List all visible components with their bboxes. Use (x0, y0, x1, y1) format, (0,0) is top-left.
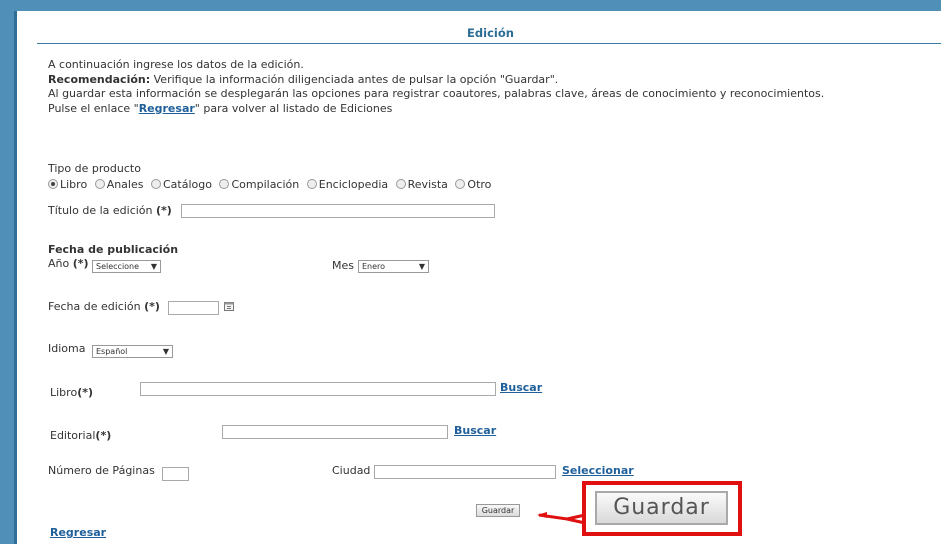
radio-catalogo[interactable]: Catálogo (150, 177, 212, 193)
mes-select[interactable]: Enero ▼ (358, 260, 429, 273)
recommend-text: Verifique la información diligenciada an… (150, 72, 559, 86)
titulo-input[interactable] (181, 204, 495, 218)
radio-label: Otro (467, 178, 492, 191)
radio-label: Compilación (231, 178, 300, 191)
ciudad-seleccionar-link[interactable]: Seleccionar (562, 464, 634, 477)
paginas-label: Número de Páginas (48, 464, 155, 477)
paginas-input[interactable] (162, 467, 189, 481)
radio-revista[interactable]: Revista (395, 177, 448, 193)
radio-dot-icon[interactable] (306, 179, 317, 189)
idioma-select[interactable]: Español ▼ (92, 345, 173, 358)
intro-line-4-post: " para volver al listado de Ediciones (194, 101, 393, 115)
editorial-label: Editorial(*) (50, 429, 111, 442)
mes-label: Mes (332, 259, 354, 272)
radio-dot-icon[interactable] (455, 179, 466, 189)
libro-input[interactable] (140, 382, 496, 396)
fecha-edicion-label: Fecha de edición (*) (48, 300, 160, 313)
intro-line-2: Recomendación: Verifique la información … (48, 73, 824, 88)
back-link[interactable]: Regresar (50, 526, 106, 539)
recommend-label: Recomendación: (48, 72, 151, 86)
libro-buscar-link[interactable]: Buscar (500, 381, 542, 394)
idioma-select-value: Español (96, 347, 128, 356)
ciudad-input[interactable] (374, 465, 556, 479)
idioma-label: Idioma (48, 342, 86, 355)
radio-dot-icon[interactable] (219, 179, 230, 189)
anio-label-text: Año (48, 257, 70, 270)
anio-select-value: Seleccione (96, 262, 140, 271)
editorial-buscar-link[interactable]: Buscar (454, 424, 496, 437)
radio-label: Enciclopedia (318, 178, 389, 191)
intro-line-4-pre: Pulse el enlace " (48, 101, 139, 115)
radio-label: Revista (407, 178, 448, 191)
save-callout-highlight: Guardar (582, 481, 742, 536)
radio-enciclopedia[interactable]: Enciclopedia (306, 177, 389, 193)
radio-label: Anales (106, 178, 144, 191)
page-panel: Edición A continuación ingrese los datos… (14, 11, 941, 544)
required-marker: (*) (156, 204, 172, 217)
radio-dot-icon[interactable] (94, 179, 105, 189)
titulo-label: Título de la edición (*) (48, 204, 172, 217)
libro-label: Libro(*) (50, 386, 93, 399)
radio-otro[interactable]: Otro (455, 177, 491, 193)
callout-arrow-icon (537, 512, 586, 525)
mes-select-value: Enero (362, 262, 386, 271)
radio-dot-icon[interactable] (48, 179, 58, 189)
radio-label: Libro (60, 178, 88, 191)
save-button[interactable]: Guardar (476, 504, 520, 517)
section-header: Edición (37, 23, 941, 44)
editorial-input[interactable] (222, 425, 448, 439)
required-marker: (*) (95, 429, 112, 442)
intro-line-4: Pulse el enlace "Regresar" para volver a… (48, 102, 824, 117)
titulo-label-text: Título de la edición (48, 204, 153, 217)
radio-dot-icon[interactable] (395, 179, 406, 189)
product-type-label: Tipo de producto (48, 162, 141, 175)
save-button-zoom: Guardar (595, 491, 728, 525)
intro-back-link[interactable]: Regresar (139, 102, 195, 115)
chevron-down-icon: ▼ (150, 262, 157, 271)
required-marker: (*) (72, 257, 89, 270)
radio-compilacion[interactable]: Compilación (219, 177, 299, 193)
radio-label: Catálogo (162, 178, 212, 191)
libro-label-text: Libro (50, 386, 78, 399)
intro-line-1: A continuación ingrese los datos de la e… (48, 58, 304, 71)
fecha-edicion-label-text: Fecha de edición (48, 300, 141, 313)
calendar-icon[interactable] (224, 301, 234, 311)
chevron-down-icon: ▼ (162, 347, 169, 356)
required-marker: (*) (77, 386, 93, 399)
radio-libro[interactable]: Libro (48, 177, 87, 193)
ciudad-label: Ciudad (332, 464, 371, 477)
editorial-label-text: Editorial (50, 429, 96, 442)
radio-anales[interactable]: Anales (94, 177, 144, 193)
fecha-edicion-input[interactable] (168, 301, 219, 315)
chevron-down-icon: ▼ (418, 262, 425, 271)
intro-text: A continuación ingrese los datos de la e… (48, 58, 824, 116)
anio-select[interactable]: Seleccione ▼ (92, 260, 161, 273)
radio-dot-icon[interactable] (150, 179, 161, 189)
required-marker: (*) (144, 300, 160, 313)
fecha-publicacion-heading: Fecha de publicación (48, 243, 179, 256)
intro-line-3: Al guardar esta información se desplegar… (48, 87, 825, 100)
page-title: Edición (467, 26, 514, 40)
product-type-group: Tipo de producto Libro Anales Catálogo C… (48, 161, 495, 193)
product-type-options: Libro Anales Catálogo Compilación Encicl… (48, 177, 495, 193)
anio-label: Año (*) (48, 257, 89, 270)
